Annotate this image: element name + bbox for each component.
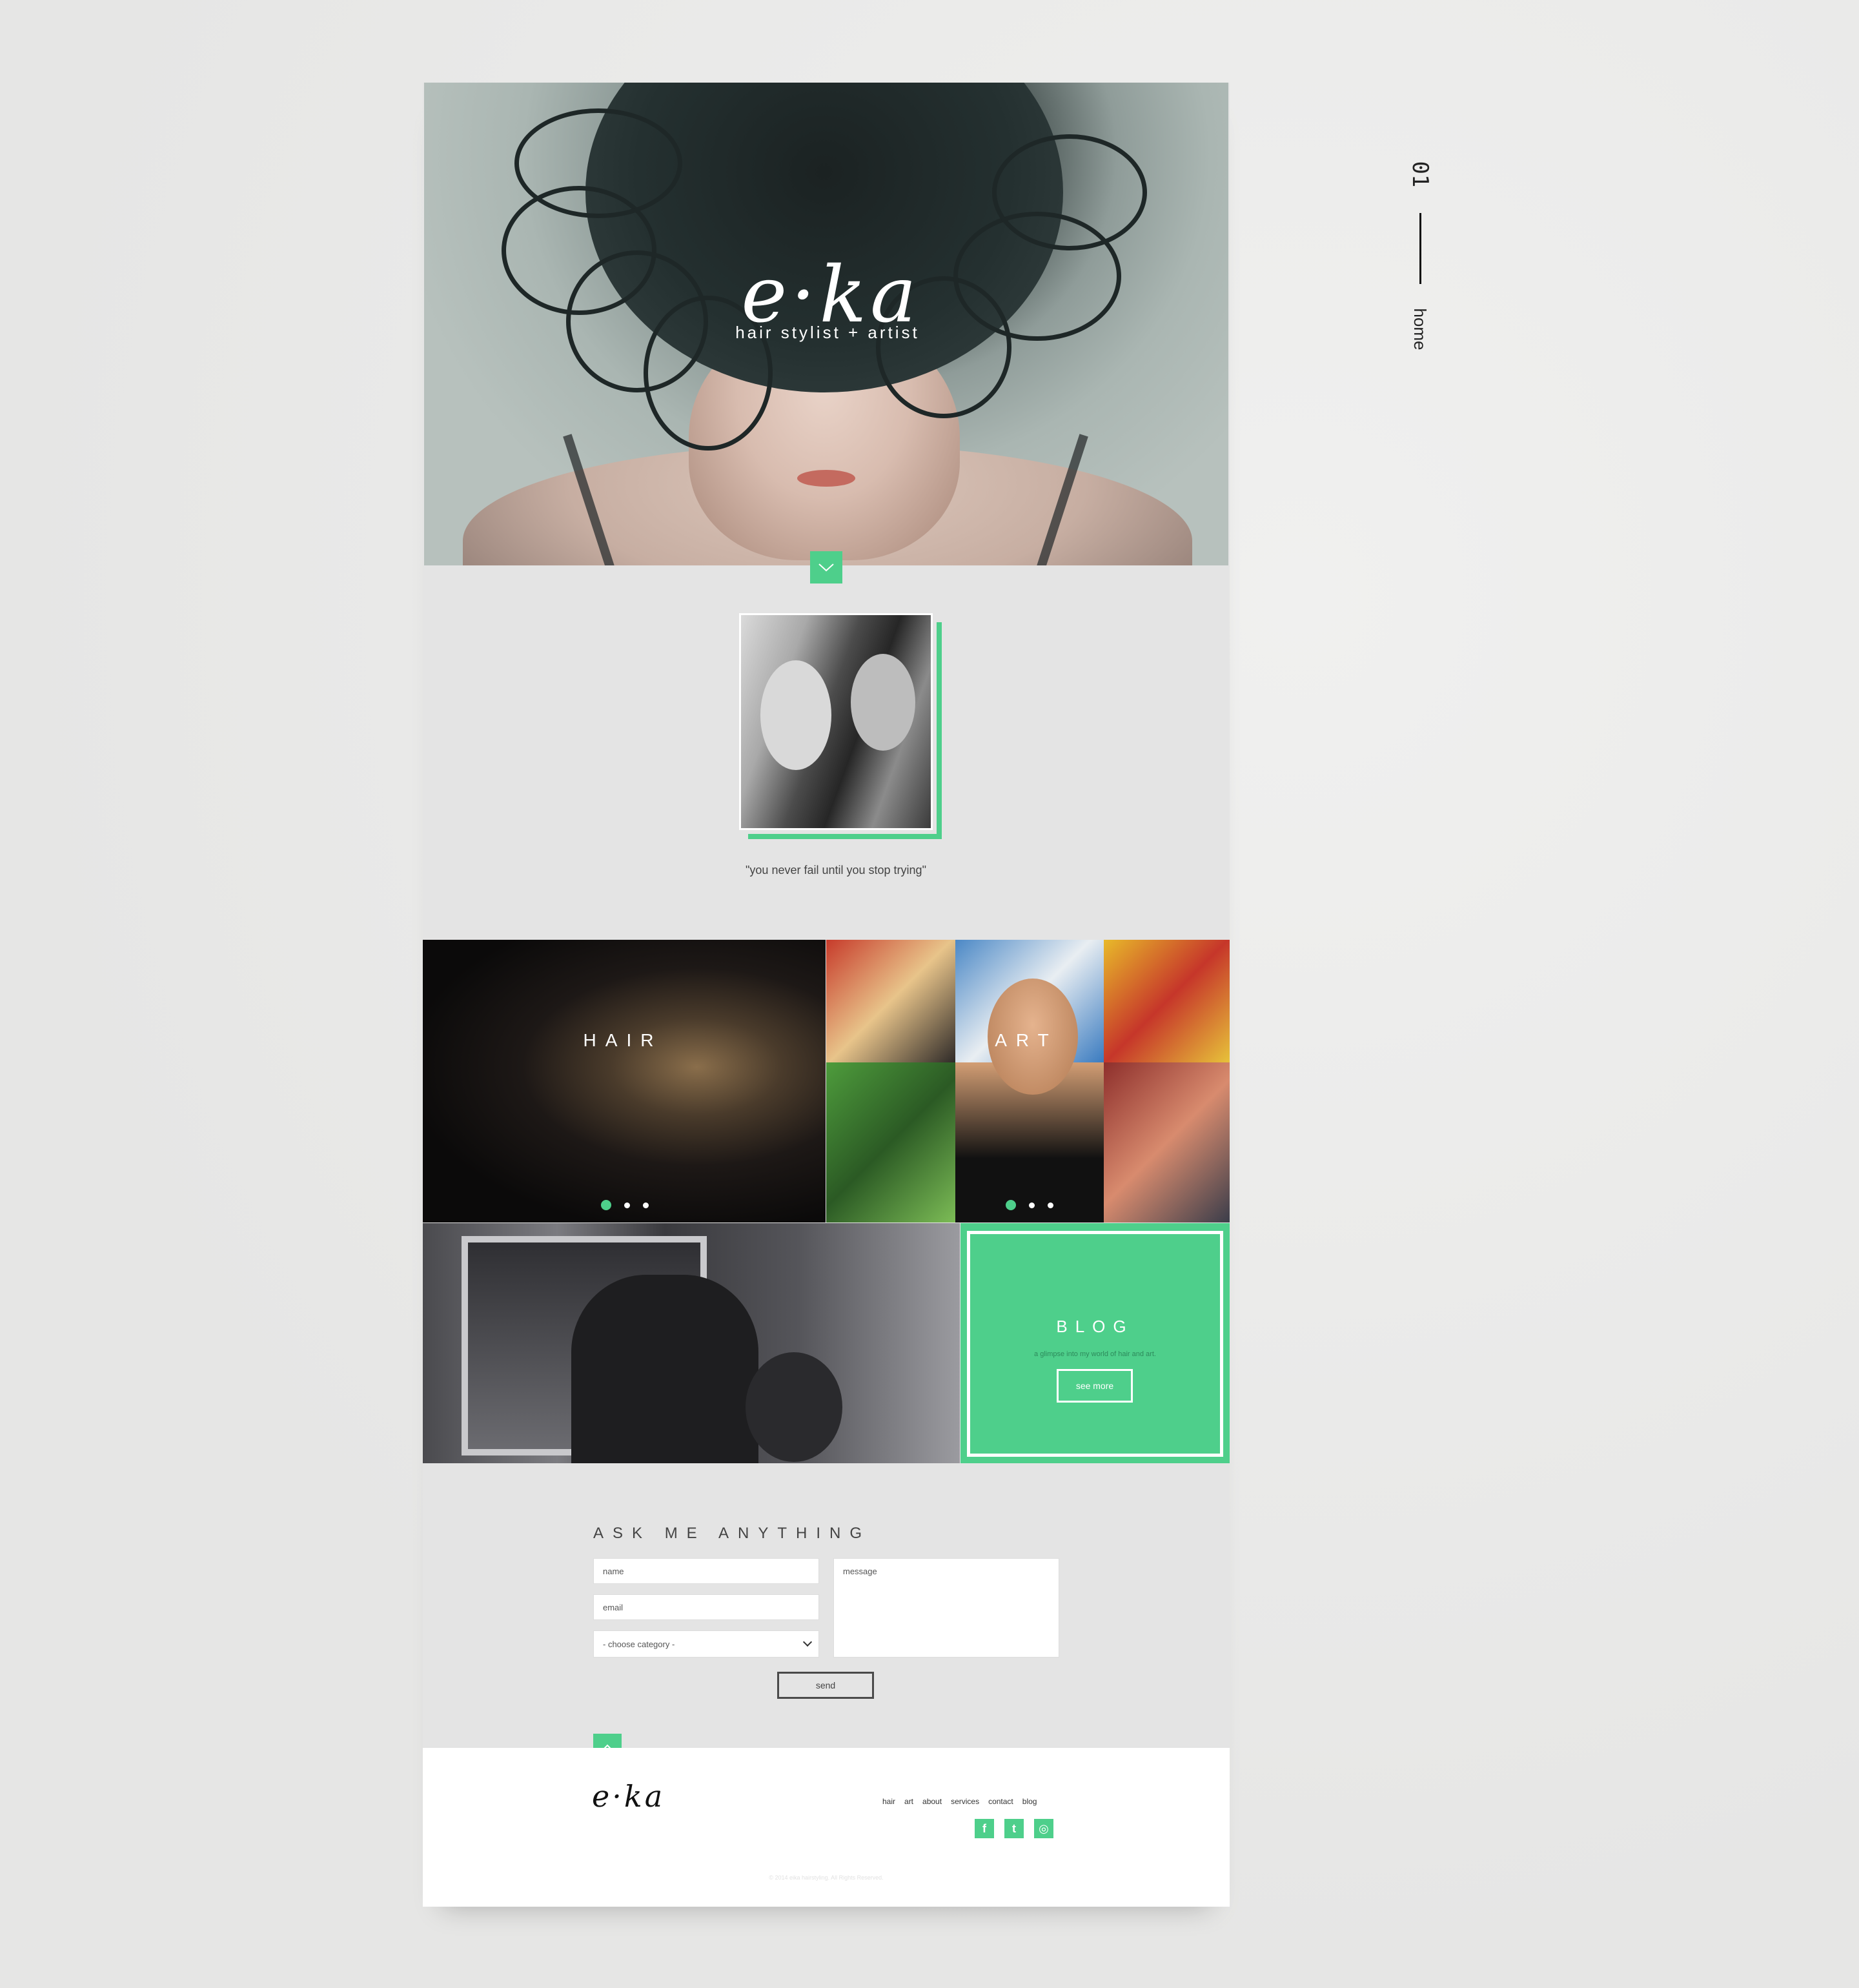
category-select[interactable]: - choose category -: [593, 1630, 819, 1658]
stylist-figure: [571, 1275, 758, 1463]
website-page: e·ka hair stylist + artist "you never fa…: [423, 83, 1230, 1907]
carousel-dot[interactable]: [601, 1200, 611, 1210]
photo-face: [851, 654, 915, 751]
facebook-icon[interactable]: f: [975, 1819, 994, 1838]
photo-face: [760, 660, 831, 770]
client-figure: [746, 1352, 842, 1462]
footer-link-blog[interactable]: blog: [1022, 1797, 1037, 1806]
instagram-icon[interactable]: ◎: [1034, 1819, 1053, 1838]
hair-label: HAIR: [583, 1030, 663, 1050]
carousel-dot[interactable]: [1029, 1202, 1035, 1208]
chevron-down-icon: [802, 1637, 813, 1647]
carousel-dot[interactable]: [1006, 1200, 1016, 1210]
blog-subtitle: a glimpse into my world of hair and art.: [1034, 1350, 1156, 1358]
art-carousel-dots: [1006, 1200, 1053, 1210]
chevron-down-icon: [818, 563, 834, 572]
message-field[interactable]: message: [833, 1558, 1059, 1658]
footer-nav: hair art about services contact blog: [882, 1797, 1037, 1806]
art-panel: [1104, 1062, 1230, 1222]
about-photo: [739, 613, 942, 839]
section-divider: [1419, 213, 1421, 284]
studio-photo-tile: [423, 1223, 960, 1463]
footer-link-art[interactable]: art: [904, 1797, 913, 1806]
blog-title: BLOG: [1056, 1317, 1134, 1336]
hair-loop: [992, 134, 1147, 250]
art-tile[interactable]: ART: [826, 940, 1230, 1222]
footer-link-services[interactable]: services: [951, 1797, 979, 1806]
twitter-icon[interactable]: t: [1004, 1819, 1024, 1838]
blog-tile: BLOG a glimpse into my world of hair and…: [960, 1223, 1230, 1463]
hair-loop: [514, 108, 682, 218]
carousel-dot[interactable]: [1048, 1202, 1053, 1208]
art-panel: [826, 1062, 955, 1222]
footer-link-about[interactable]: about: [922, 1797, 942, 1806]
carousel-dot[interactable]: [624, 1202, 630, 1208]
section-label[interactable]: home: [1407, 297, 1433, 361]
section-marker: 01 home: [1401, 155, 1439, 361]
name-field[interactable]: name: [593, 1558, 819, 1584]
about-quote: "you never fail until you stop trying": [746, 864, 926, 877]
scroll-down-button[interactable]: [810, 551, 842, 583]
hero-banner: e·ka hair stylist + artist: [424, 83, 1228, 565]
footer-link-hair[interactable]: hair: [882, 1797, 895, 1806]
carousel-dot[interactable]: [643, 1202, 649, 1208]
hero-lips: [797, 470, 855, 487]
hair-tile[interactable]: HAIR: [423, 940, 826, 1222]
footer: e·ka hair art about services contact blo…: [423, 1748, 1230, 1907]
copyright: © 2014 eika hairstyling. All Rights Rese…: [769, 1874, 884, 1881]
contact-title: ASK ME ANYTHING: [593, 1525, 871, 1542]
art-label: ART: [995, 1030, 1058, 1050]
see-more-button[interactable]: see more: [1057, 1369, 1133, 1403]
send-button[interactable]: send: [777, 1672, 874, 1699]
category-select-value: - choose category -: [603, 1639, 675, 1649]
footer-logo[interactable]: e·ka: [592, 1780, 702, 1812]
hero-tagline: hair stylist + artist: [735, 323, 920, 342]
hair-carousel-dots: [601, 1200, 649, 1210]
footer-link-contact[interactable]: contact: [988, 1797, 1013, 1806]
blog-frame: BLOG a glimpse into my world of hair and…: [967, 1231, 1223, 1457]
stylist-photo: [739, 613, 933, 830]
email-field[interactable]: email: [593, 1594, 819, 1620]
section-number: 01: [1407, 161, 1433, 188]
social-links: f t ◎: [975, 1819, 1053, 1838]
